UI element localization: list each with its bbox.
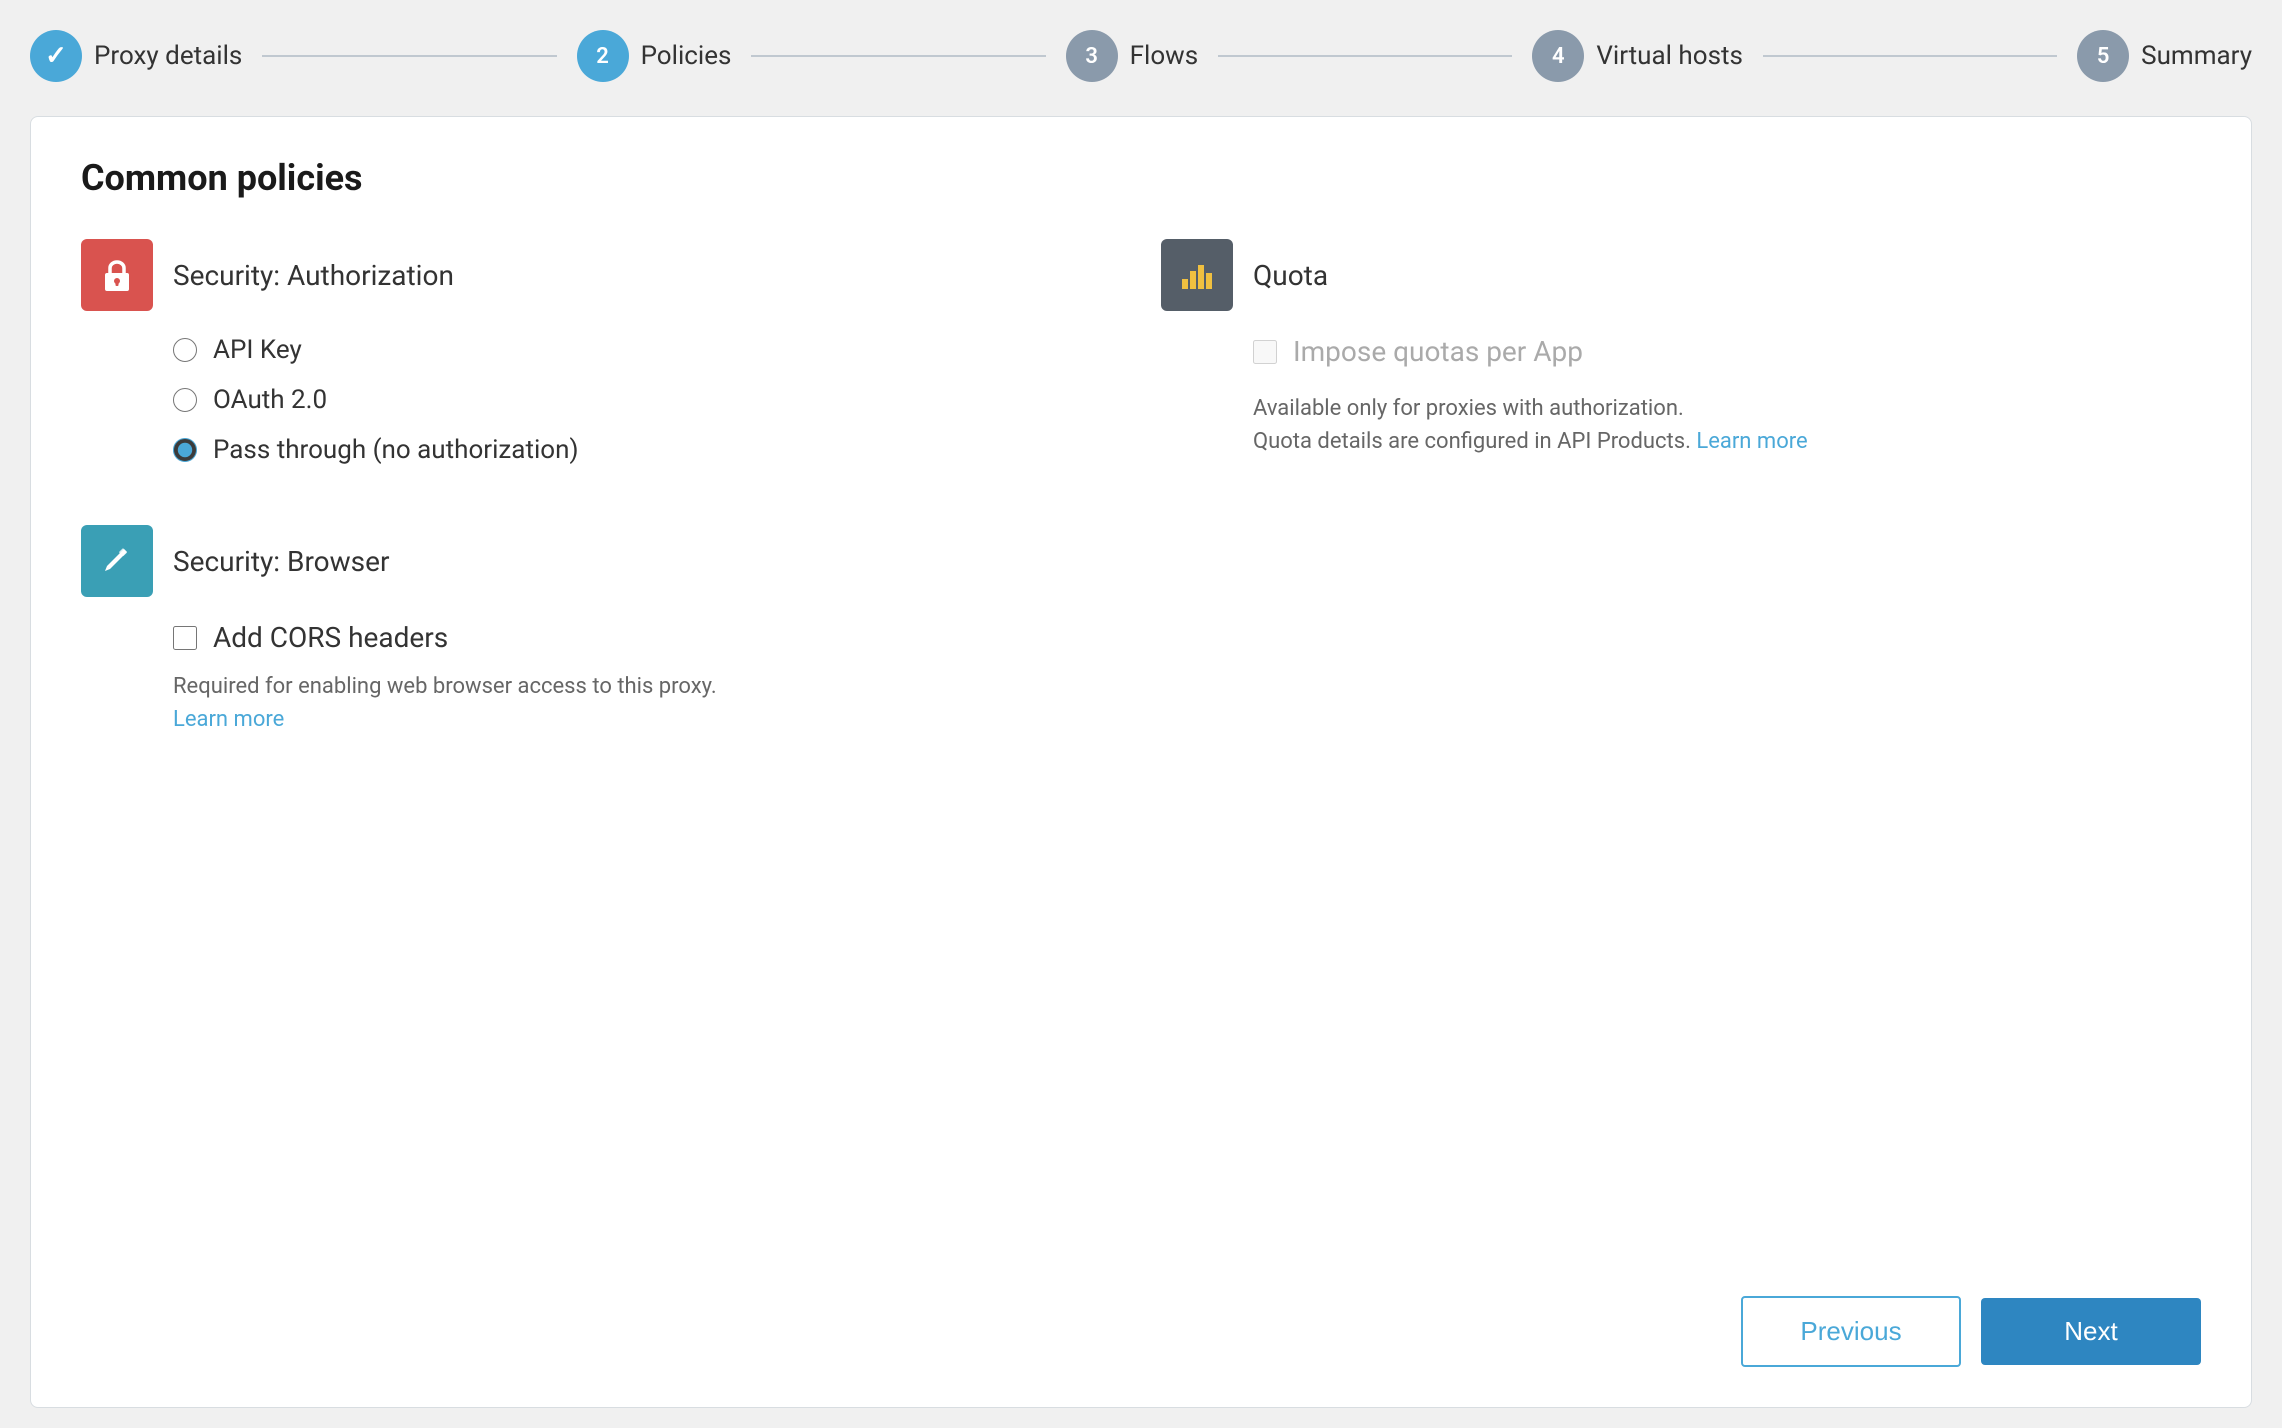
api-key-radio[interactable]: [173, 338, 197, 362]
oauth2-radio[interactable]: [173, 388, 197, 412]
quota-description-line2: Quota details are configured in API Prod…: [1253, 429, 1691, 454]
security-authorization-header: Security: Authorization: [81, 239, 1121, 311]
lock-icon: [97, 255, 137, 295]
pencil-icon: [97, 541, 137, 581]
step-circle-proxy-details: ✓: [30, 30, 82, 82]
security-browser-icon: [81, 525, 153, 597]
step-circle-summary: 5: [2077, 30, 2129, 82]
step-label-summary: Summary: [2141, 41, 2252, 71]
quota-icon: [1161, 239, 1233, 311]
security-browser-desc-text: Required for enabling web browser access…: [173, 674, 717, 699]
quota-learn-more-link[interactable]: Learn more: [1696, 429, 1807, 454]
step-number-summary: 5: [2097, 44, 2110, 69]
step-connector-2: [751, 55, 1045, 57]
security-authorization-icon: [81, 239, 153, 311]
chart-icon: [1177, 255, 1217, 295]
quota-description-line1: Available only for proxies with authoriz…: [1253, 396, 1684, 421]
next-button[interactable]: Next: [1981, 1298, 2201, 1365]
security-browser-label: Security: Browser: [173, 545, 389, 578]
security-browser-description: Required for enabling web browser access…: [173, 670, 2201, 736]
step-number-flows: 3: [1085, 44, 1098, 69]
main-card: Common policies Security: Authorization: [30, 116, 2252, 1408]
step-number-virtual-hosts: 4: [1552, 44, 1565, 69]
step-connector-4: [1763, 55, 2057, 57]
step-connector-3: [1218, 55, 1512, 57]
pass-through-radio[interactable]: [173, 438, 197, 462]
stepper: ✓ Proxy details 2 Policies 3 Flows 4 Vir…: [30, 20, 2252, 92]
security-browser-header: Security: Browser: [81, 525, 2201, 597]
impose-quotas-checkbox[interactable]: [1253, 340, 1277, 364]
step-circle-flows: 3: [1066, 30, 1118, 82]
step-summary[interactable]: 5 Summary: [2077, 30, 2252, 82]
quota-description: Available only for proxies with authoriz…: [1253, 392, 2201, 458]
impose-quotas-label: Impose quotas per App: [1293, 335, 1583, 368]
step-virtual-hosts[interactable]: 4 Virtual hosts: [1532, 30, 1743, 82]
step-connector-1: [262, 55, 556, 57]
checkmark-icon: ✓: [45, 41, 67, 71]
security-browser-learn-more-link[interactable]: Learn more: [173, 707, 284, 732]
step-flows[interactable]: 3 Flows: [1066, 30, 1198, 82]
step-circle-policies: 2: [577, 30, 629, 82]
step-circle-virtual-hosts: 4: [1532, 30, 1584, 82]
previous-button[interactable]: Previous: [1741, 1296, 1961, 1367]
step-label-proxy-details: Proxy details: [94, 41, 242, 71]
quota-header: Quota: [1161, 239, 2201, 311]
quota-checkbox-container: Impose quotas per App: [1253, 335, 2201, 368]
policies-grid: Security: Authorization API Key OAuth 2.…: [81, 239, 2201, 485]
step-number-policies: 2: [596, 44, 609, 69]
cors-headers-option[interactable]: Add CORS headers: [173, 621, 2201, 654]
step-label-policies: Policies: [641, 41, 732, 71]
oauth2-option[interactable]: OAuth 2.0: [173, 385, 1121, 415]
pass-through-option[interactable]: Pass through (no authorization): [173, 435, 1121, 465]
quota-label: Quota: [1253, 259, 1328, 292]
cors-headers-label: Add CORS headers: [213, 621, 448, 654]
pass-through-label: Pass through (no authorization): [213, 435, 579, 465]
oauth2-label: OAuth 2.0: [213, 385, 327, 415]
quota-section: Quota Impose quotas per App Available on…: [1161, 239, 2201, 485]
bottom-nav: Previous Next: [81, 1266, 2201, 1367]
security-browser-section: Security: Browser Add CORS headers Requi…: [81, 525, 2201, 736]
security-authorization-section: Security: Authorization API Key OAuth 2.…: [81, 239, 1121, 485]
card-title: Common policies: [81, 157, 2201, 199]
step-label-flows: Flows: [1130, 41, 1198, 71]
api-key-option[interactable]: API Key: [173, 335, 1121, 365]
security-authorization-label: Security: Authorization: [173, 259, 454, 292]
step-policies[interactable]: 2 Policies: [577, 30, 732, 82]
step-proxy-details[interactable]: ✓ Proxy details: [30, 30, 242, 82]
step-label-virtual-hosts: Virtual hosts: [1596, 41, 1743, 71]
cors-headers-checkbox[interactable]: [173, 626, 197, 650]
api-key-label: API Key: [213, 335, 302, 365]
